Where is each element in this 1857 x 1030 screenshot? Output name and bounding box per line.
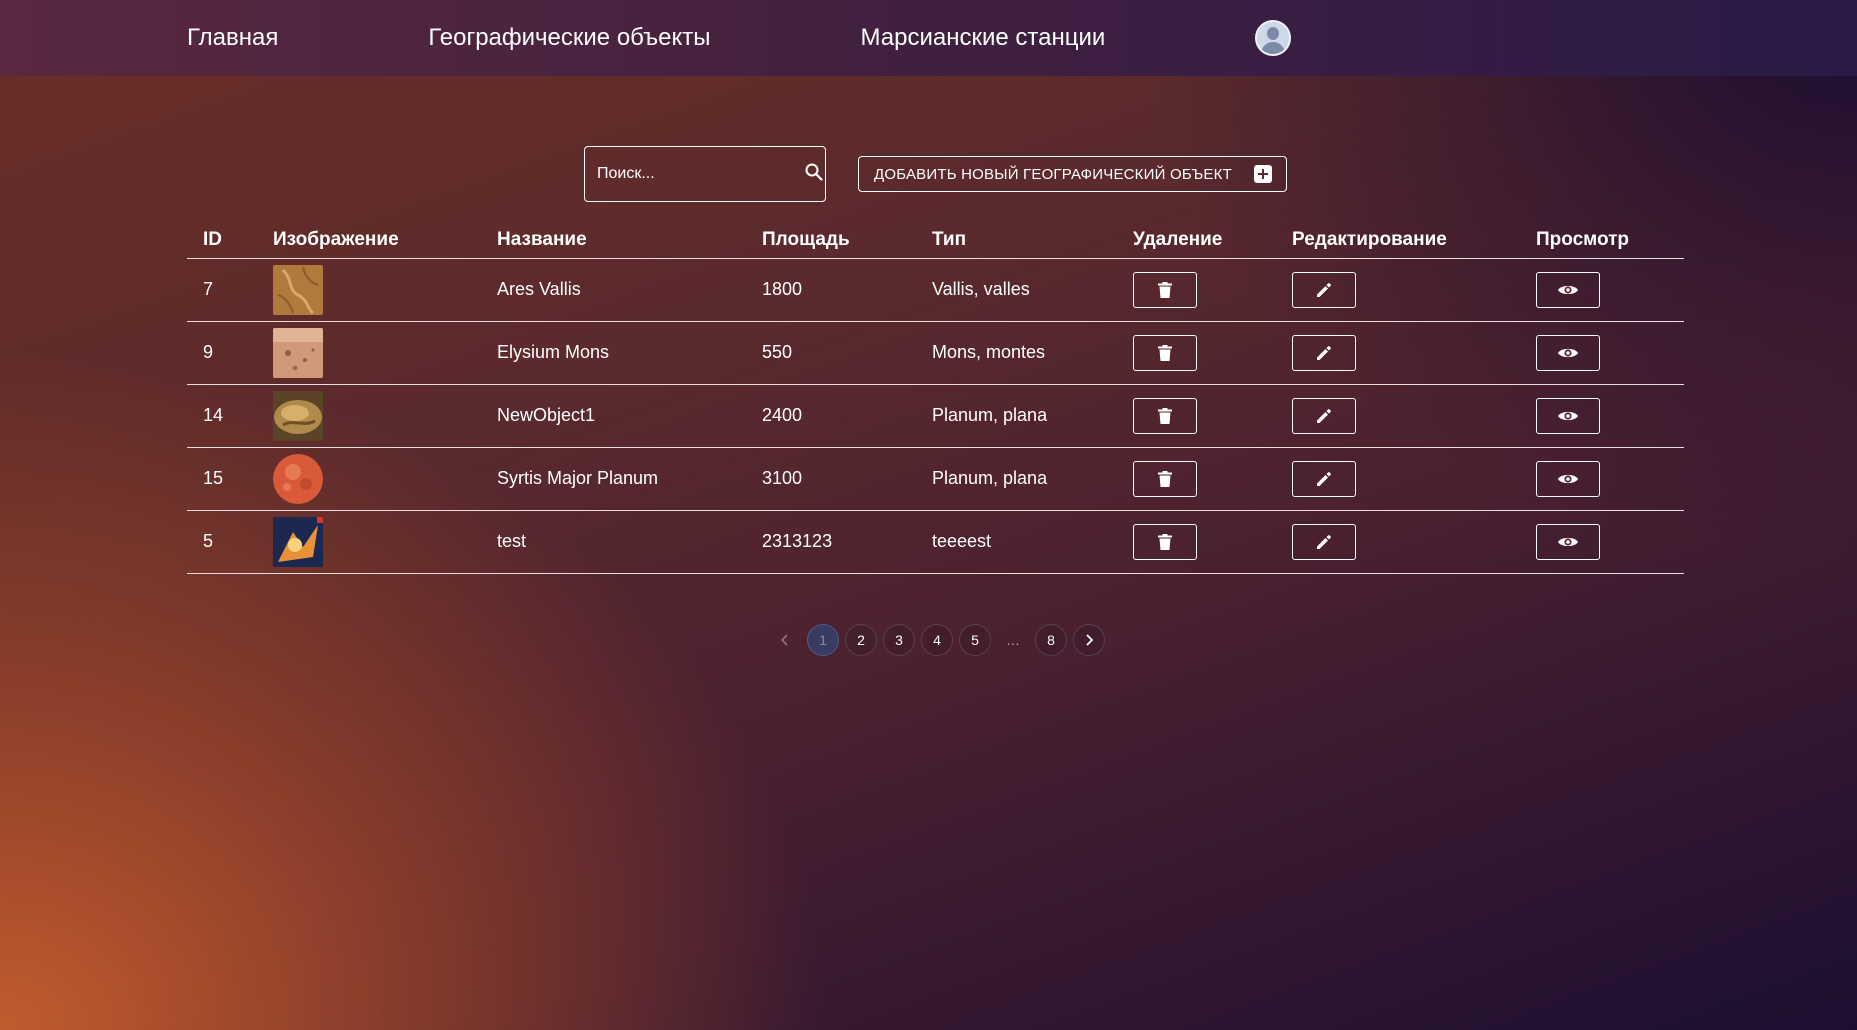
eye-icon [1558,411,1578,420]
cell-name: test [481,510,746,574]
trash-icon [1158,407,1172,424]
edit-button[interactable] [1292,460,1356,497]
trash-icon [1158,344,1172,361]
view-button[interactable] [1536,460,1600,497]
search-icon[interactable] [804,162,824,187]
cell-name: NewObject1 [481,384,746,448]
table-row: 9 Elysium Mons 550 Mons, montes [187,321,1684,385]
page-button-3[interactable]: 3 [883,624,915,656]
pencil-icon [1317,282,1331,297]
table-header-row: ID Изображение Название Площадь Тип Удал… [187,222,1684,259]
column-header-id: ID [187,222,257,259]
table-row: 7 Ares Vallis 1800 Vallis, valles [187,258,1684,322]
column-header-type: Тип [916,222,1117,259]
eye-icon [1558,348,1578,357]
object-image [273,327,323,378]
page-button-last[interactable]: 8 [1035,624,1067,656]
pencil-icon [1317,345,1331,360]
delete-button[interactable] [1133,460,1197,497]
object-image [273,453,323,504]
delete-button[interactable] [1133,523,1197,560]
column-header-view: Просмотр [1520,222,1684,259]
column-header-delete: Удаление [1117,222,1276,259]
column-header-name: Название [481,222,746,259]
cell-name: Ares Vallis [481,258,746,322]
nav-link-stations[interactable]: Марсианские станции [860,24,1105,52]
object-image [273,264,323,315]
edit-button[interactable] [1292,271,1356,308]
cell-area: 1800 [746,258,916,322]
edit-button[interactable] [1292,334,1356,371]
table-row: 5 test 2313123 teeeest [187,510,1684,574]
user-avatar-icon[interactable] [1255,20,1292,56]
next-page-button[interactable] [1073,624,1105,656]
prev-page-button[interactable] [769,624,801,656]
eye-icon [1558,474,1578,483]
cell-id: 9 [187,321,257,385]
page-button-1[interactable]: 1 [807,624,839,656]
cell-area: 3100 [746,447,916,511]
add-geo-object-label: ДОБАВИТЬ НОВЫЙ ГЕОГРАФИЧЕСКИЙ ОБЪЕКТ [874,165,1232,183]
cell-area: 550 [746,321,916,385]
add-geo-object-button[interactable]: ДОБАВИТЬ НОВЫЙ ГЕОГРАФИЧЕСКИЙ ОБЪЕКТ [858,156,1287,192]
cell-id: 15 [187,447,257,511]
toolbar: ДОБАВИТЬ НОВЫЙ ГЕОГРАФИЧЕСКИЙ ОБЪЕКТ [584,146,1287,202]
top-navigation: Главная Географические объекты Марсианск… [0,0,1857,76]
column-header-image: Изображение [257,222,481,259]
chevron-right-icon [1086,634,1094,646]
cell-area: 2400 [746,384,916,448]
cell-type: Vallis, valles [916,258,1117,322]
column-header-edit: Редактирование [1276,222,1520,259]
nav-link-geo-objects[interactable]: Географические объекты [428,24,710,52]
view-button[interactable] [1536,397,1600,434]
edit-button[interactable] [1292,397,1356,434]
geo-objects-table: ID Изображение Название Площадь Тип Удал… [187,222,1684,574]
pagination: 1 2 3 4 5 … 8 [769,624,1111,656]
cell-type: Planum, plana [916,384,1117,448]
trash-icon [1158,281,1172,298]
pencil-icon [1317,471,1331,486]
page-button-5[interactable]: 5 [959,624,991,656]
view-button[interactable] [1536,523,1600,560]
delete-button[interactable] [1133,271,1197,308]
view-button[interactable] [1536,334,1600,371]
cell-area: 2313123 [746,510,916,574]
delete-button[interactable] [1133,334,1197,371]
eye-icon [1558,537,1578,546]
nav-link-home[interactable]: Главная [187,24,278,52]
cell-type: Planum, plana [916,447,1117,511]
delete-button[interactable] [1133,397,1197,434]
cell-type: Mons, montes [916,321,1117,385]
view-button[interactable] [1536,271,1600,308]
cell-id: 14 [187,384,257,448]
cell-name: Syrtis Major Planum [481,447,746,511]
eye-icon [1558,285,1578,294]
cell-id: 7 [187,258,257,322]
table-row: 14 NewObject1 2400 Planum, plana [187,384,1684,448]
trash-icon [1158,470,1172,487]
page-button-4[interactable]: 4 [921,624,953,656]
table-row: 15 Syrtis Major Planum 3100 Planum, plan… [187,447,1684,511]
search-box [584,146,826,202]
pagination-ellipsis: … [1006,632,1020,648]
pencil-icon [1317,408,1331,423]
page-button-2[interactable]: 2 [845,624,877,656]
object-image [273,516,323,567]
trash-icon [1158,533,1172,550]
cell-name: Elysium Mons [481,321,746,385]
cell-type: teeeest [916,510,1117,574]
plus-square-icon [1254,165,1272,183]
object-image [273,390,323,441]
search-input[interactable] [597,165,804,183]
column-header-area: Площадь [746,222,916,259]
cell-id: 5 [187,510,257,574]
pencil-icon [1317,534,1331,549]
chevron-left-icon [780,634,788,646]
edit-button[interactable] [1292,523,1356,560]
